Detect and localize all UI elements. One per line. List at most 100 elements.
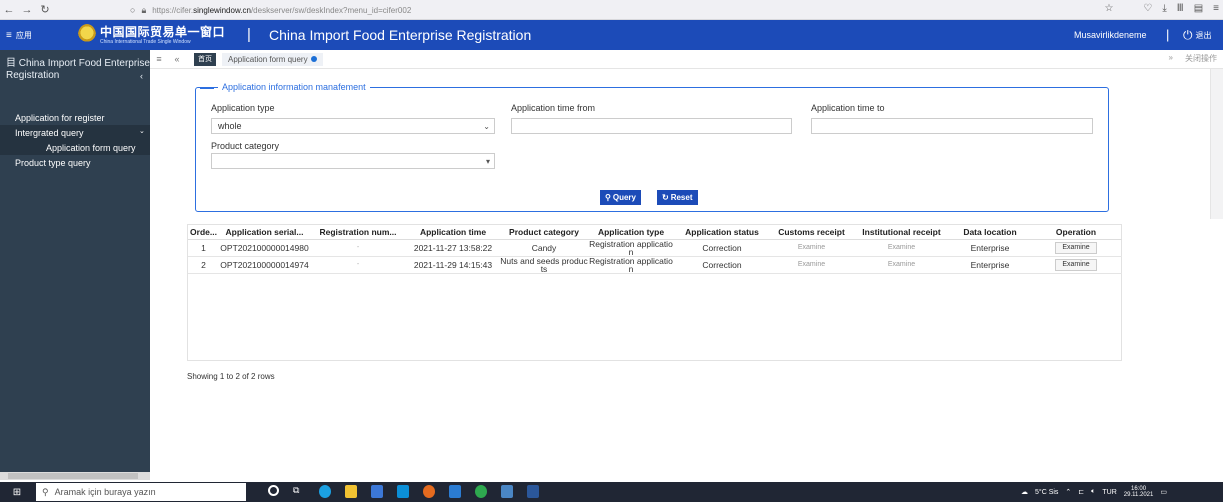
taskbar-clock[interactable]: 16:00 29.11.2021 bbox=[1124, 486, 1154, 498]
tab-scroll-left-icon[interactable]: « bbox=[168, 54, 186, 64]
sidebar-item-application-register[interactable]: Application for register bbox=[0, 110, 150, 125]
application-type-label: Application type bbox=[211, 103, 275, 113]
cell-category: Candy bbox=[500, 239, 588, 257]
results-grid: Orde... Application serial... Registrati… bbox=[188, 225, 1122, 274]
cell-institutional-receipt[interactable]: Examine bbox=[853, 256, 950, 274]
examine-button[interactable]: Examine bbox=[1055, 258, 1097, 271]
lock-icon: 🔒︎ bbox=[141, 4, 147, 15]
input-language[interactable]: TUR bbox=[1102, 489, 1116, 496]
tab-home[interactable]: 首页 bbox=[194, 52, 216, 66]
shield-icon: ○ bbox=[130, 5, 136, 15]
cell-category: Nuts and seeds products bbox=[500, 256, 588, 274]
edge-icon[interactable] bbox=[319, 485, 331, 498]
close-operations-button[interactable]: 关闭操作 bbox=[1185, 53, 1217, 64]
sidebar-item-application-form-query[interactable]: Application form query bbox=[0, 140, 150, 155]
site-logo: 中国国际贸易单一窗口 China International Trade Sin… bbox=[78, 24, 225, 46]
list-icon: 目 bbox=[6, 58, 16, 69]
query-button-label: Query bbox=[612, 193, 636, 202]
column-header-category[interactable]: Product category bbox=[500, 225, 588, 240]
sidebar-scrollbar[interactable] bbox=[0, 472, 150, 480]
taskbar-search[interactable]: ⚲ Aramak için buraya yazın bbox=[36, 483, 246, 501]
firefox-icon[interactable] bbox=[423, 485, 435, 498]
weather-text[interactable]: 5°C Sis bbox=[1035, 489, 1058, 496]
word-icon[interactable] bbox=[527, 485, 539, 498]
column-header-location[interactable]: Data location bbox=[950, 225, 1030, 240]
column-header-serial[interactable]: Application serial... bbox=[219, 225, 310, 240]
menu-icon[interactable]: ≡ bbox=[1213, 3, 1219, 14]
tab-application-form-query[interactable]: Application form query bbox=[222, 52, 323, 66]
query-button[interactable]: ⚲ Query bbox=[600, 190, 641, 205]
reset-button-label: Reset bbox=[670, 193, 693, 202]
app-menu-toggle[interactable]: ≡ 应用 bbox=[6, 30, 32, 41]
table-row[interactable]: 2 OPT202100000014974 - 2021-11-29 14:15:… bbox=[188, 256, 1122, 274]
search-icon: ⚲ bbox=[605, 193, 611, 202]
column-header-operation: Operation bbox=[1030, 225, 1122, 240]
application-type-select[interactable]: whole ⌄ bbox=[211, 118, 495, 134]
column-header-time[interactable]: Application time bbox=[406, 225, 500, 240]
download-icon[interactable]: ⤓ bbox=[1162, 3, 1166, 14]
tabs-actions: » 关闭操作 bbox=[1169, 53, 1217, 64]
browser-actions: ☆ ♡ ⤓ Ⅲ ▤ ≡ bbox=[1104, 3, 1219, 14]
pocket-icon[interactable]: ♡ bbox=[1143, 3, 1152, 14]
forward-icon[interactable]: → bbox=[18, 4, 36, 16]
sidebar-item-intergrated-query[interactable]: Intergrated query ⌄ bbox=[0, 125, 150, 140]
legend-line bbox=[200, 88, 214, 89]
scrollbar-thumb[interactable] bbox=[8, 473, 138, 479]
column-header-customs[interactable]: Customs receipt bbox=[770, 225, 853, 240]
photos-icon[interactable] bbox=[501, 485, 513, 498]
column-header-status[interactable]: Application status bbox=[674, 225, 770, 240]
cortana-icon[interactable] bbox=[268, 485, 279, 496]
mail-icon[interactable] bbox=[397, 485, 409, 498]
reader-icon[interactable]: ▤ bbox=[1194, 3, 1203, 14]
chat-app-icon[interactable] bbox=[475, 485, 487, 498]
column-header-registration[interactable]: Registration num... bbox=[310, 225, 406, 240]
sidebar-item-product-type-query[interactable]: Product type query bbox=[0, 155, 150, 170]
address-bar[interactable]: ○ 🔒︎ https://cifer.singlewindow.cn/desks… bbox=[130, 2, 1190, 18]
windows-start-icon[interactable]: ⊞ bbox=[8, 487, 26, 498]
cell-customs-receipt[interactable]: Examine bbox=[770, 256, 853, 274]
cell-order: 2 bbox=[188, 256, 219, 274]
url-domain: singlewindow.cn bbox=[193, 5, 251, 15]
reload-icon[interactable]: ↻ bbox=[36, 3, 54, 16]
cell-status: Correction bbox=[674, 256, 770, 274]
username: Musavirlikdeneme bbox=[1074, 30, 1147, 40]
header-divider-2: | bbox=[1166, 27, 1170, 42]
app-header: ≡ 应用 中国国际贸易单一窗口 China International Trad… bbox=[0, 20, 1223, 50]
collapse-icon[interactable]: ‹ bbox=[140, 70, 143, 82]
notification-icon[interactable]: ▭ bbox=[1160, 488, 1167, 496]
toggle-sidebar-icon[interactable]: ≡ bbox=[150, 54, 168, 64]
os-taskbar: ⊞ ⚲ Aramak için buraya yazın ⧉ ☁ 5°C Sis… bbox=[0, 482, 1223, 502]
examine-button[interactable]: Examine bbox=[1055, 241, 1097, 254]
bookmark-star-icon[interactable]: ☆ bbox=[1104, 3, 1113, 14]
application-type-value: whole bbox=[218, 121, 242, 131]
product-category-select[interactable]: ▾ bbox=[211, 153, 495, 169]
right-scroll-strip[interactable] bbox=[1210, 69, 1223, 219]
outlook-icon[interactable] bbox=[449, 485, 461, 498]
file-explorer-icon[interactable] bbox=[345, 485, 357, 498]
reset-button[interactable]: ↻ Reset bbox=[657, 190, 698, 205]
cell-institutional-receipt[interactable]: Examine bbox=[853, 239, 950, 257]
tab-scroll-right-icon[interactable]: » bbox=[1169, 53, 1173, 64]
browser-toolbar: ← → ↻ ○ 🔒︎ https://cifer.singlewindow.cn… bbox=[0, 0, 1223, 20]
column-header-institutional[interactable]: Institutional receipt bbox=[853, 225, 950, 240]
cell-registration: - bbox=[310, 256, 406, 274]
back-icon[interactable]: ← bbox=[0, 4, 18, 16]
time-to-input[interactable] bbox=[811, 118, 1093, 134]
column-header-order[interactable]: Orde... bbox=[188, 225, 219, 240]
caret-down-icon: ▾ bbox=[485, 157, 490, 166]
application-info-fieldset: Application information manafement Appli… bbox=[195, 82, 1109, 212]
cell-customs-receipt[interactable]: Examine bbox=[770, 239, 853, 257]
volume-icon[interactable]: 🔈︎ bbox=[1091, 488, 1095, 496]
library-icon[interactable]: Ⅲ bbox=[1177, 3, 1184, 14]
fieldset-legend: Application information manafement bbox=[218, 82, 370, 92]
time-from-input[interactable] bbox=[511, 118, 792, 134]
tray-chevron-icon[interactable]: ⌃ bbox=[1065, 488, 1071, 496]
table-row[interactable]: 1 OPT202100000014980 - 2021-11-27 13:58:… bbox=[188, 239, 1122, 257]
network-icon[interactable]: ⊏ bbox=[1078, 488, 1084, 496]
logout-button[interactable]: ⏻ 退出 bbox=[1183, 28, 1212, 43]
table-header-row: Orde... Application serial... Registrati… bbox=[188, 225, 1122, 240]
store-icon[interactable] bbox=[371, 485, 383, 498]
column-header-type[interactable]: Application type bbox=[588, 225, 674, 240]
system-tray: ☁ 5°C Sis ⌃ ⊏ 🔈︎ TUR 16:00 29.11.2021 ▭ bbox=[1021, 486, 1167, 498]
task-view-icon[interactable]: ⧉ bbox=[293, 485, 305, 498]
